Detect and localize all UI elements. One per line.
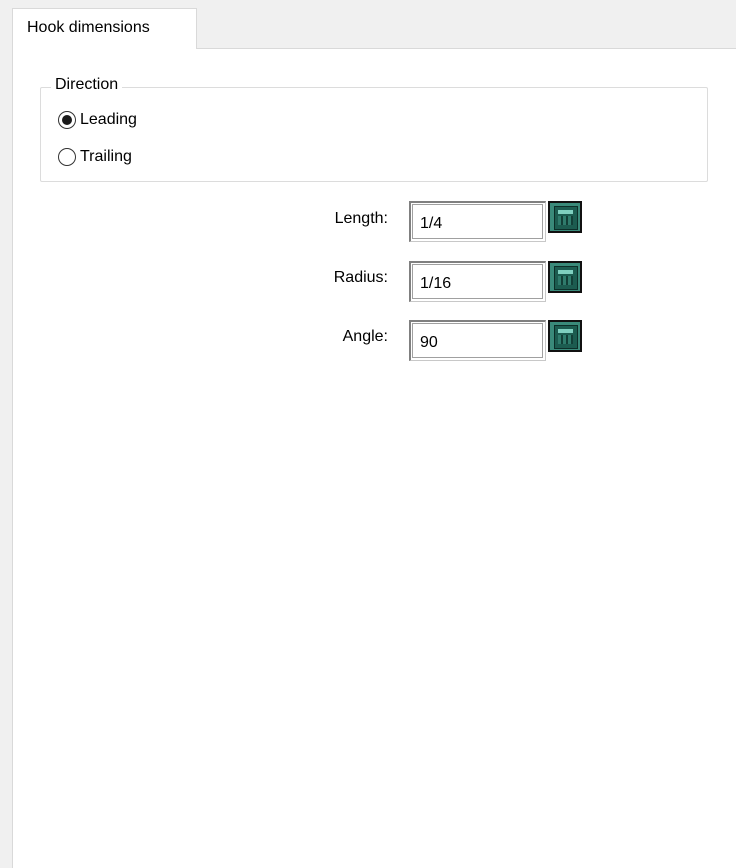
tab-label: Hook dimensions bbox=[27, 19, 150, 36]
length-label: Length: bbox=[334, 210, 388, 227]
radio-leading[interactable]: Leading bbox=[58, 109, 137, 131]
direction-group bbox=[40, 87, 708, 182]
radio-trailing-label: Trailing bbox=[80, 148, 132, 165]
tab-hook-dimensions[interactable]: Hook dimensions bbox=[12, 8, 197, 49]
radius-label: Radius: bbox=[333, 269, 388, 286]
calculator-icon bbox=[554, 206, 578, 230]
radio-leading-label: Leading bbox=[80, 111, 137, 128]
radius-calculator-button[interactable] bbox=[548, 261, 582, 293]
radio-trailing[interactable]: Trailing bbox=[58, 146, 132, 168]
radius-value: 1/16 bbox=[420, 275, 452, 292]
length-calculator-button[interactable] bbox=[548, 201, 582, 233]
length-value: 1/4 bbox=[420, 215, 443, 232]
radius-input[interactable]: 1/16 bbox=[409, 261, 546, 302]
direction-group-title: Direction bbox=[51, 76, 123, 94]
angle-input[interactable]: 90 bbox=[409, 320, 546, 361]
angle-label: Angle: bbox=[342, 328, 388, 345]
radio-button-icon[interactable] bbox=[58, 148, 76, 166]
angle-calculator-button[interactable] bbox=[548, 320, 582, 352]
length-input[interactable]: 1/4 bbox=[409, 201, 546, 242]
radio-button-icon[interactable] bbox=[58, 111, 76, 129]
calculator-icon bbox=[554, 325, 578, 349]
angle-value: 90 bbox=[420, 334, 438, 351]
calculator-icon bbox=[554, 266, 578, 290]
